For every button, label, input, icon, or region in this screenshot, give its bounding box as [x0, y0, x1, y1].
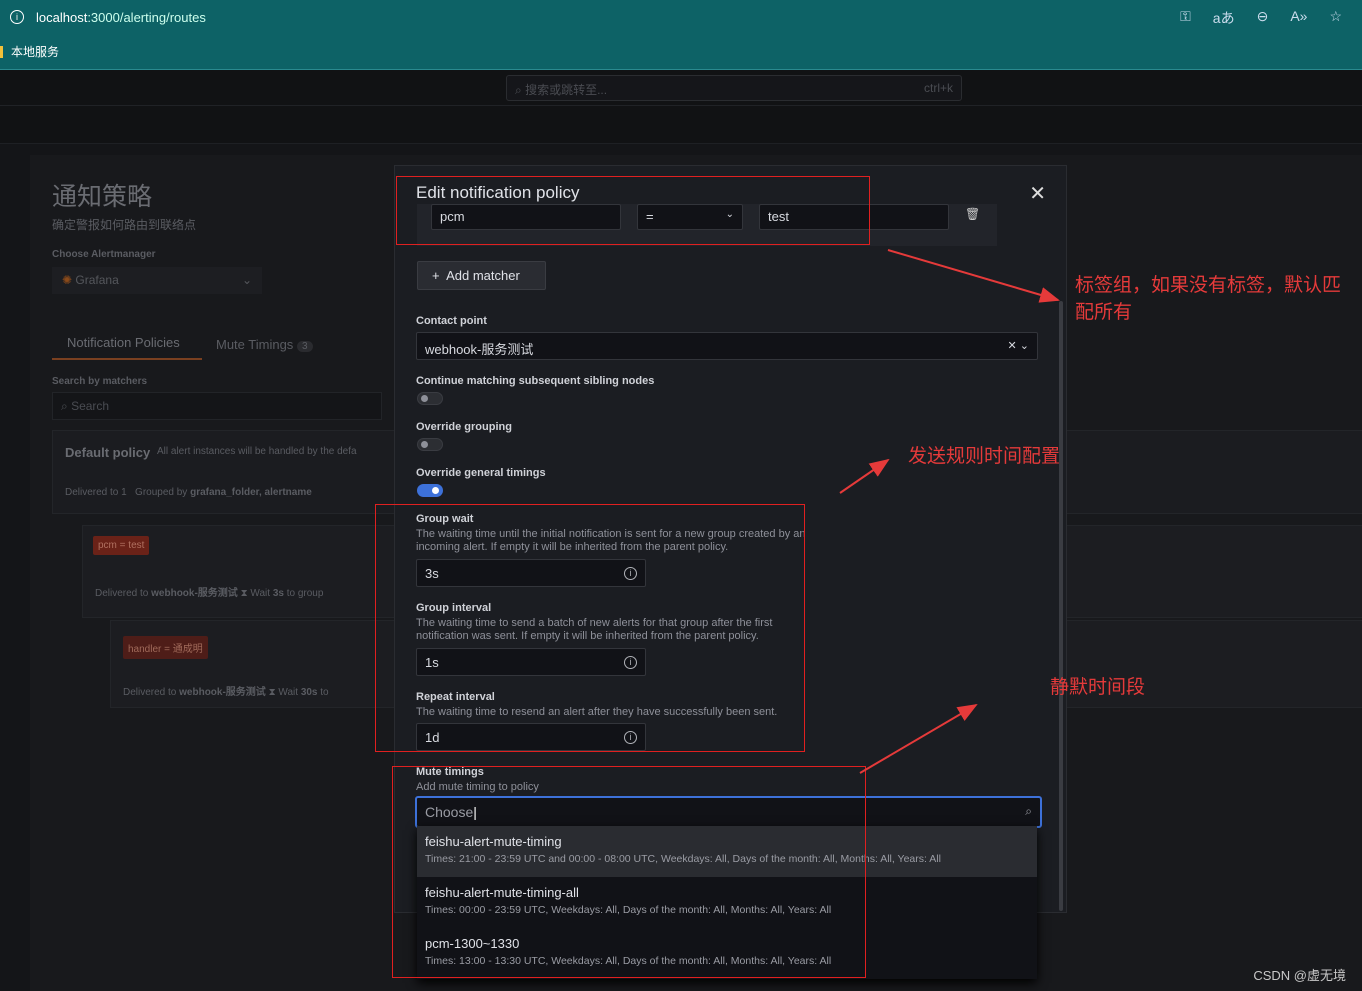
annotation-arrows [839, 249, 1060, 774]
modal-title: Edit notification policy [416, 183, 580, 203]
watermark: CSDN @虚无境 [1253, 968, 1346, 983]
arrow [839, 458, 890, 494]
annotation-mute: 静默时间段 [1050, 677, 1146, 698]
annotation-labels: 标签组，如果没有标签，默认匹配所有 [1075, 275, 1342, 323]
annotation-timings: 发送规则时间配置 [908, 446, 1061, 467]
arrow [887, 249, 1060, 303]
arrow [859, 703, 978, 774]
